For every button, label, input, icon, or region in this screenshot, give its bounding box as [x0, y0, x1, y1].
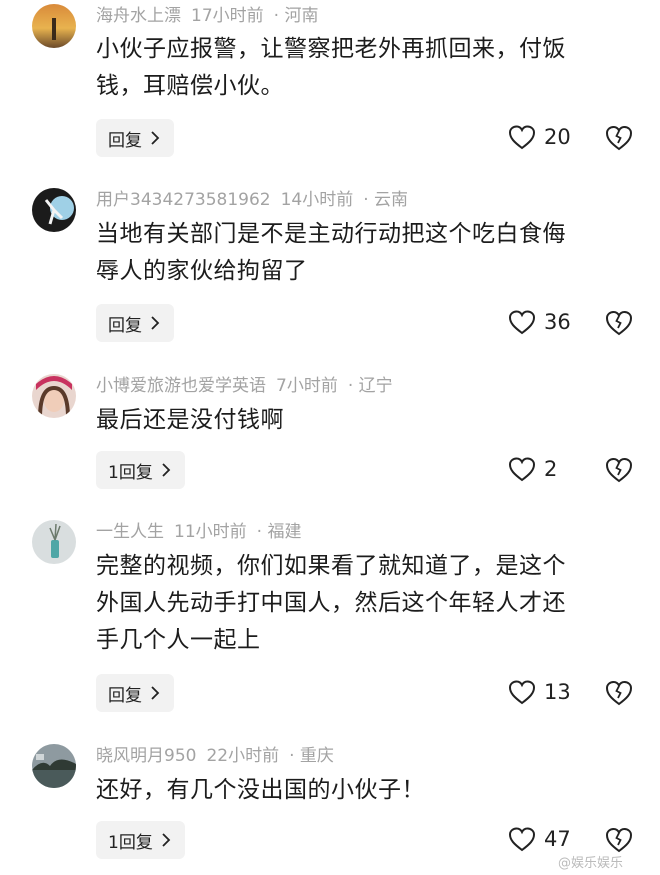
location: · 云南	[363, 190, 409, 210]
heart-outline-icon	[508, 827, 536, 852]
location: · 辽宁	[347, 376, 393, 396]
reply-button[interactable]: 回复	[96, 119, 174, 157]
like-count: 20	[544, 125, 571, 149]
location: · 福建	[256, 522, 302, 542]
chevron-right-icon	[162, 463, 171, 477]
comment-line: 最后还是没付钱啊	[96, 407, 284, 433]
broken-heart-icon[interactable]	[604, 307, 634, 337]
like-count: 36	[544, 310, 571, 334]
comment-text: 完整的视频，你们如果看了就知道了，是这个 外国人先动手打中国人，然后这个年轻人才…	[96, 548, 636, 659]
reply-label: 1回复	[108, 462, 153, 483]
username[interactable]: 小博爱旅游也爱学英语	[96, 376, 266, 396]
reply-label: 回复	[108, 130, 142, 151]
username[interactable]: 晓风明月950	[96, 746, 196, 766]
comment-meta: 小博爱旅游也爱学英语 7小时前 · 辽宁	[96, 376, 393, 396]
timestamp: 17小时前	[191, 6, 264, 26]
comment-line: 还好，有几个没出国的小伙子！	[96, 777, 425, 803]
reply-label: 回复	[108, 685, 142, 706]
comment-meta: 海舟水上漂 17小时前 · 河南	[96, 6, 318, 26]
comment-text: 还好，有几个没出国的小伙子！	[96, 772, 636, 809]
comment-meta: 一生人生 11小时前 · 福建	[96, 522, 301, 542]
avatar[interactable]	[32, 4, 76, 48]
avatar[interactable]	[32, 374, 76, 418]
like-count: 2	[544, 457, 558, 481]
comment-text: 当地有关部门是不是主动行动把这个吃白食侮 辱人的家伙给拘留了	[96, 216, 636, 290]
comment-line: 辱人的家伙给拘留了	[96, 258, 308, 284]
comment-line: 当地有关部门是不是主动行动把这个吃白食侮	[96, 221, 566, 247]
like-count: 13	[544, 680, 571, 704]
avatar[interactable]	[32, 188, 76, 232]
broken-heart-icon[interactable]	[604, 677, 634, 707]
comment-meta: 用户3434273581962 14小时前 · 云南	[96, 190, 408, 210]
username[interactable]: 一生人生	[96, 522, 164, 542]
comment-line: 钱，耳赔偿小伙。	[96, 73, 284, 99]
reply-label: 1回复	[108, 832, 153, 853]
comment-text: 小伙子应报警，让警察把老外再抓回来，付饭 钱，耳赔偿小伙。	[96, 31, 636, 105]
like-button[interactable]: 13	[508, 679, 571, 705]
like-button[interactable]: 47	[508, 826, 571, 852]
chevron-right-icon	[151, 686, 160, 700]
broken-heart-icon[interactable]	[604, 824, 634, 854]
reply-button[interactable]: 回复	[96, 304, 174, 342]
heart-outline-icon	[508, 457, 536, 482]
comment-meta: 晓风明月950 22小时前 · 重庆	[96, 746, 334, 766]
watermark: @娱乐娱乐	[558, 856, 624, 871]
heart-outline-icon	[508, 125, 536, 150]
location: · 河南	[273, 6, 319, 26]
avatar[interactable]	[32, 744, 76, 788]
comment-line: 外国人先动手打中国人，然后这个年轻人才还	[96, 590, 566, 616]
comment-line: 小伙子应报警，让警察把老外再抓回来，付饭	[96, 36, 566, 62]
broken-heart-icon[interactable]	[604, 122, 634, 152]
like-button[interactable]: 20	[508, 124, 571, 150]
reply-label: 回复	[108, 315, 142, 336]
reply-button[interactable]: 回复	[96, 674, 174, 712]
like-button[interactable]: 36	[508, 309, 571, 335]
timestamp: 14小时前	[280, 190, 354, 210]
chevron-right-icon	[151, 316, 160, 330]
chevron-right-icon	[162, 833, 171, 847]
timestamp: 11小时前	[174, 522, 247, 542]
comment-line: 完整的视频，你们如果看了就知道了，是这个	[96, 553, 566, 579]
heart-outline-icon	[508, 310, 536, 335]
like-button[interactable]: 2	[508, 456, 568, 482]
reply-button[interactable]: 1回复	[96, 821, 185, 859]
broken-heart-icon[interactable]	[604, 454, 634, 484]
location: · 重庆	[289, 746, 334, 766]
username[interactable]: 海舟水上漂	[96, 6, 181, 26]
comment-text: 最后还是没付钱啊	[96, 402, 636, 439]
chevron-right-icon	[151, 131, 160, 145]
like-count: 47	[544, 827, 571, 851]
username[interactable]: 用户3434273581962	[96, 190, 271, 210]
reply-button[interactable]: 1回复	[96, 451, 185, 489]
timestamp: 22小时前	[206, 746, 280, 766]
comment-line: 手几个人一起上	[96, 627, 261, 653]
heart-outline-icon	[508, 680, 536, 705]
timestamp: 7小时前	[276, 376, 338, 396]
avatar[interactable]	[32, 520, 76, 564]
